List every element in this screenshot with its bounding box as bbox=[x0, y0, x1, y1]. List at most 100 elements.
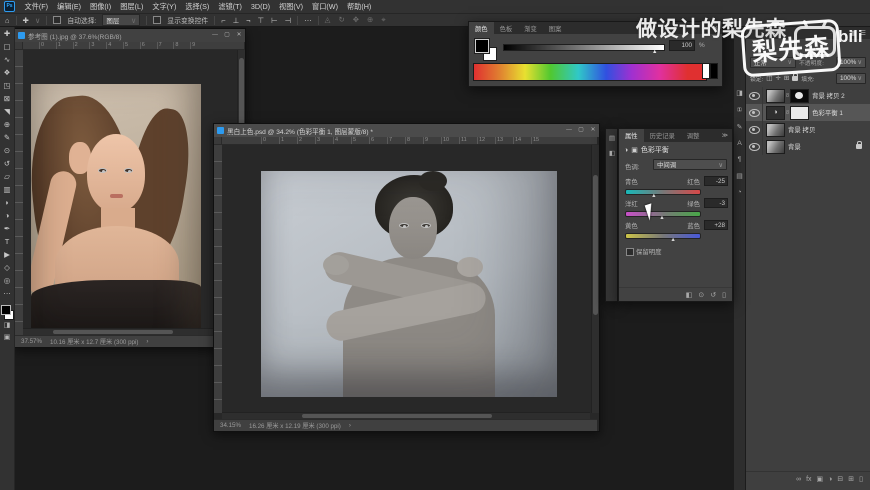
new-adjustment-icon[interactable]: ◑ bbox=[828, 476, 832, 483]
character-panel-icon[interactable]: A bbox=[737, 140, 742, 147]
layer-effects-icon[interactable]: fx bbox=[806, 476, 811, 483]
doc1-zoom-level[interactable]: 37.57% bbox=[21, 338, 42, 345]
yellow-blue-slider[interactable]: ▲ bbox=[625, 233, 701, 239]
maximize-button[interactable]: ▢ bbox=[575, 124, 587, 137]
visibility-toggle[interactable] bbox=[746, 87, 763, 104]
layer-thumbnail[interactable] bbox=[766, 123, 785, 137]
blur-tool-icon[interactable]: ◗ bbox=[0, 196, 14, 209]
slider-handle-icon[interactable]: ▲ bbox=[670, 237, 675, 243]
align-top-icon[interactable]: ⊤ bbox=[258, 16, 265, 25]
menu-item[interactable]: 选择(S) bbox=[181, 2, 214, 12]
doc2-horizontal-scrollbar[interactable] bbox=[222, 412, 590, 419]
adjustments-panel-icon[interactable]: ◧ bbox=[609, 149, 615, 157]
history-brush-tool-icon[interactable]: ↺ bbox=[0, 157, 14, 170]
menu-item[interactable]: 视图(V) bbox=[275, 2, 308, 12]
tone-dropdown[interactable]: 中间调 ∨ bbox=[653, 159, 727, 170]
tab-history[interactable]: 历史记录 bbox=[644, 129, 681, 142]
close-button[interactable]: ✕ bbox=[587, 124, 599, 137]
visibility-toggle[interactable] bbox=[746, 138, 763, 155]
yellow-blue-value-field[interactable]: +28 bbox=[704, 220, 728, 230]
lock-artboard-icon[interactable]: ⊞ bbox=[784, 74, 789, 82]
shape-tool-icon[interactable]: ◇ bbox=[0, 261, 14, 274]
visibility-icon[interactable]: ⊙ bbox=[698, 291, 704, 299]
type-tool-icon[interactable]: T bbox=[0, 235, 14, 248]
more-options-icon[interactable]: ⋯ bbox=[304, 16, 312, 25]
menu-item[interactable]: 图层(L) bbox=[116, 2, 148, 12]
minimize-button[interactable]: — bbox=[563, 124, 575, 137]
status-arrow-icon[interactable]: › bbox=[146, 338, 148, 345]
tab-patterns[interactable]: 图案 bbox=[543, 22, 568, 34]
layer-row[interactable]: 8 背景 拷贝 2 bbox=[746, 87, 870, 104]
clip-to-layer-icon[interactable]: ◧ bbox=[686, 291, 693, 299]
align-center-icon[interactable]: ⊥ bbox=[233, 16, 240, 25]
align-right-icon[interactable]: ¬ bbox=[246, 16, 250, 25]
visibility-toggle[interactable] bbox=[746, 121, 763, 138]
move-tool-icon[interactable]: ✚ bbox=[0, 27, 14, 40]
menu-item[interactable]: 编辑(E) bbox=[53, 2, 86, 12]
menu-item[interactable]: 窗口(W) bbox=[308, 2, 343, 12]
slider-handle-icon[interactable]: ▲ bbox=[651, 193, 656, 199]
crop-tool-icon[interactable]: ◳ bbox=[0, 79, 14, 92]
auto-select-checkbox[interactable] bbox=[53, 16, 61, 24]
auto-select-dropdown[interactable]: 图层∨ bbox=[102, 14, 140, 26]
layer-name[interactable]: 色彩平衡 1 bbox=[812, 108, 843, 117]
tab-color[interactable]: 颜色 bbox=[469, 22, 494, 34]
close-button[interactable]: ✕ bbox=[233, 29, 245, 42]
doc1-title-bar[interactable]: 参考图 (1).jpg @ 37.6%(RGB/8) — ▢ ✕ bbox=[15, 29, 245, 42]
pen-tool-icon[interactable]: ✒ bbox=[0, 222, 14, 235]
doc2-vertical-scrollbar[interactable] bbox=[591, 145, 599, 413]
add-mask-icon[interactable]: ▣ bbox=[817, 475, 824, 483]
doc2-title-bar[interactable]: 黑白上色.psd @ 34.2% (色彩平衡 1, 图层蒙版/8) * — ▢ … bbox=[214, 124, 599, 137]
tab-gradients[interactable]: 渐变 bbox=[518, 22, 543, 34]
doc2-canvas[interactable] bbox=[222, 145, 590, 413]
new-group-icon[interactable]: ⊟ bbox=[837, 475, 843, 483]
maximize-button[interactable]: ▢ bbox=[221, 29, 233, 42]
doc2-zoom-level[interactable]: 34.15% bbox=[220, 422, 241, 429]
zoom-tool-icon[interactable]: ◎ bbox=[0, 274, 14, 287]
libraries-panel-icon[interactable]: ▤ bbox=[736, 172, 742, 180]
marquee-tool-icon[interactable]: ▢ bbox=[0, 40, 14, 53]
layer-name[interactable]: 背景 bbox=[788, 142, 801, 151]
paragraph-panel-icon[interactable]: ¶ bbox=[738, 156, 742, 163]
layer-row[interactable]: 背景 bbox=[746, 138, 870, 155]
color-spectrum-ramp[interactable] bbox=[473, 63, 707, 81]
foreground-color-swatch[interactable] bbox=[475, 39, 489, 53]
align-left-icon[interactable]: ⌐ bbox=[221, 16, 225, 25]
slider-handle-icon[interactable]: ▲ bbox=[652, 49, 657, 55]
clone-source-panel-icon[interactable]: ◔ bbox=[737, 189, 741, 196]
swatches-panel-icon[interactable]: ◨ bbox=[736, 89, 742, 97]
visibility-toggle[interactable] bbox=[746, 104, 763, 121]
new-layer-icon[interactable]: ⊞ bbox=[848, 475, 854, 483]
adjustment-layer-icon[interactable]: ◑ bbox=[766, 106, 785, 120]
menu-item[interactable]: 文字(Y) bbox=[148, 2, 181, 12]
brush-tool-icon[interactable]: ✎ bbox=[0, 131, 14, 144]
layer-mask-thumbnail[interactable] bbox=[790, 106, 809, 120]
lock-position-icon[interactable]: ✛ bbox=[775, 74, 780, 82]
eraser-tool-icon[interactable]: ▱ bbox=[0, 170, 14, 183]
collapse-panel-icon[interactable]: ≫ bbox=[718, 129, 732, 142]
doc1-horizontal-scrollbar[interactable] bbox=[23, 328, 237, 335]
layer-thumbnail[interactable] bbox=[766, 140, 785, 154]
menu-item[interactable]: 3D(D) bbox=[246, 2, 274, 12]
menu-item[interactable]: 滤镜(T) bbox=[214, 2, 247, 12]
frame-tool-icon[interactable]: ⊠ bbox=[0, 92, 14, 105]
libraries-panel-icon[interactable]: ▤ bbox=[609, 134, 615, 142]
doc1-canvas[interactable] bbox=[23, 50, 237, 335]
show-transform-checkbox[interactable] bbox=[153, 16, 161, 24]
move-tool-option-icon[interactable]: ✚ bbox=[23, 16, 29, 25]
menu-item[interactable]: 文件(F) bbox=[20, 2, 53, 12]
menu-item[interactable]: 帮助(H) bbox=[342, 2, 375, 12]
grayscale-slider[interactable] bbox=[503, 44, 665, 51]
photoshop-logo-icon[interactable]: Ps bbox=[4, 1, 15, 12]
slider-handle-icon[interactable]: ▲ bbox=[659, 215, 664, 221]
status-arrow-icon[interactable]: › bbox=[349, 422, 351, 429]
layer-row[interactable]: 背景 拷贝 bbox=[746, 121, 870, 138]
fill-field[interactable]: 100% ∨ bbox=[836, 73, 866, 84]
path-select-tool-icon[interactable]: ▶ bbox=[0, 248, 14, 261]
layer-mask-thumbnail[interactable] bbox=[790, 89, 809, 103]
tab-adjustments[interactable]: 调整 bbox=[681, 129, 706, 142]
delete-icon[interactable]: ▯ bbox=[722, 291, 726, 299]
color-swatches[interactable] bbox=[1, 305, 14, 320]
info-panel-icon[interactable]: ① bbox=[736, 106, 742, 114]
layer-name[interactable]: 背景 拷贝 bbox=[788, 125, 815, 134]
